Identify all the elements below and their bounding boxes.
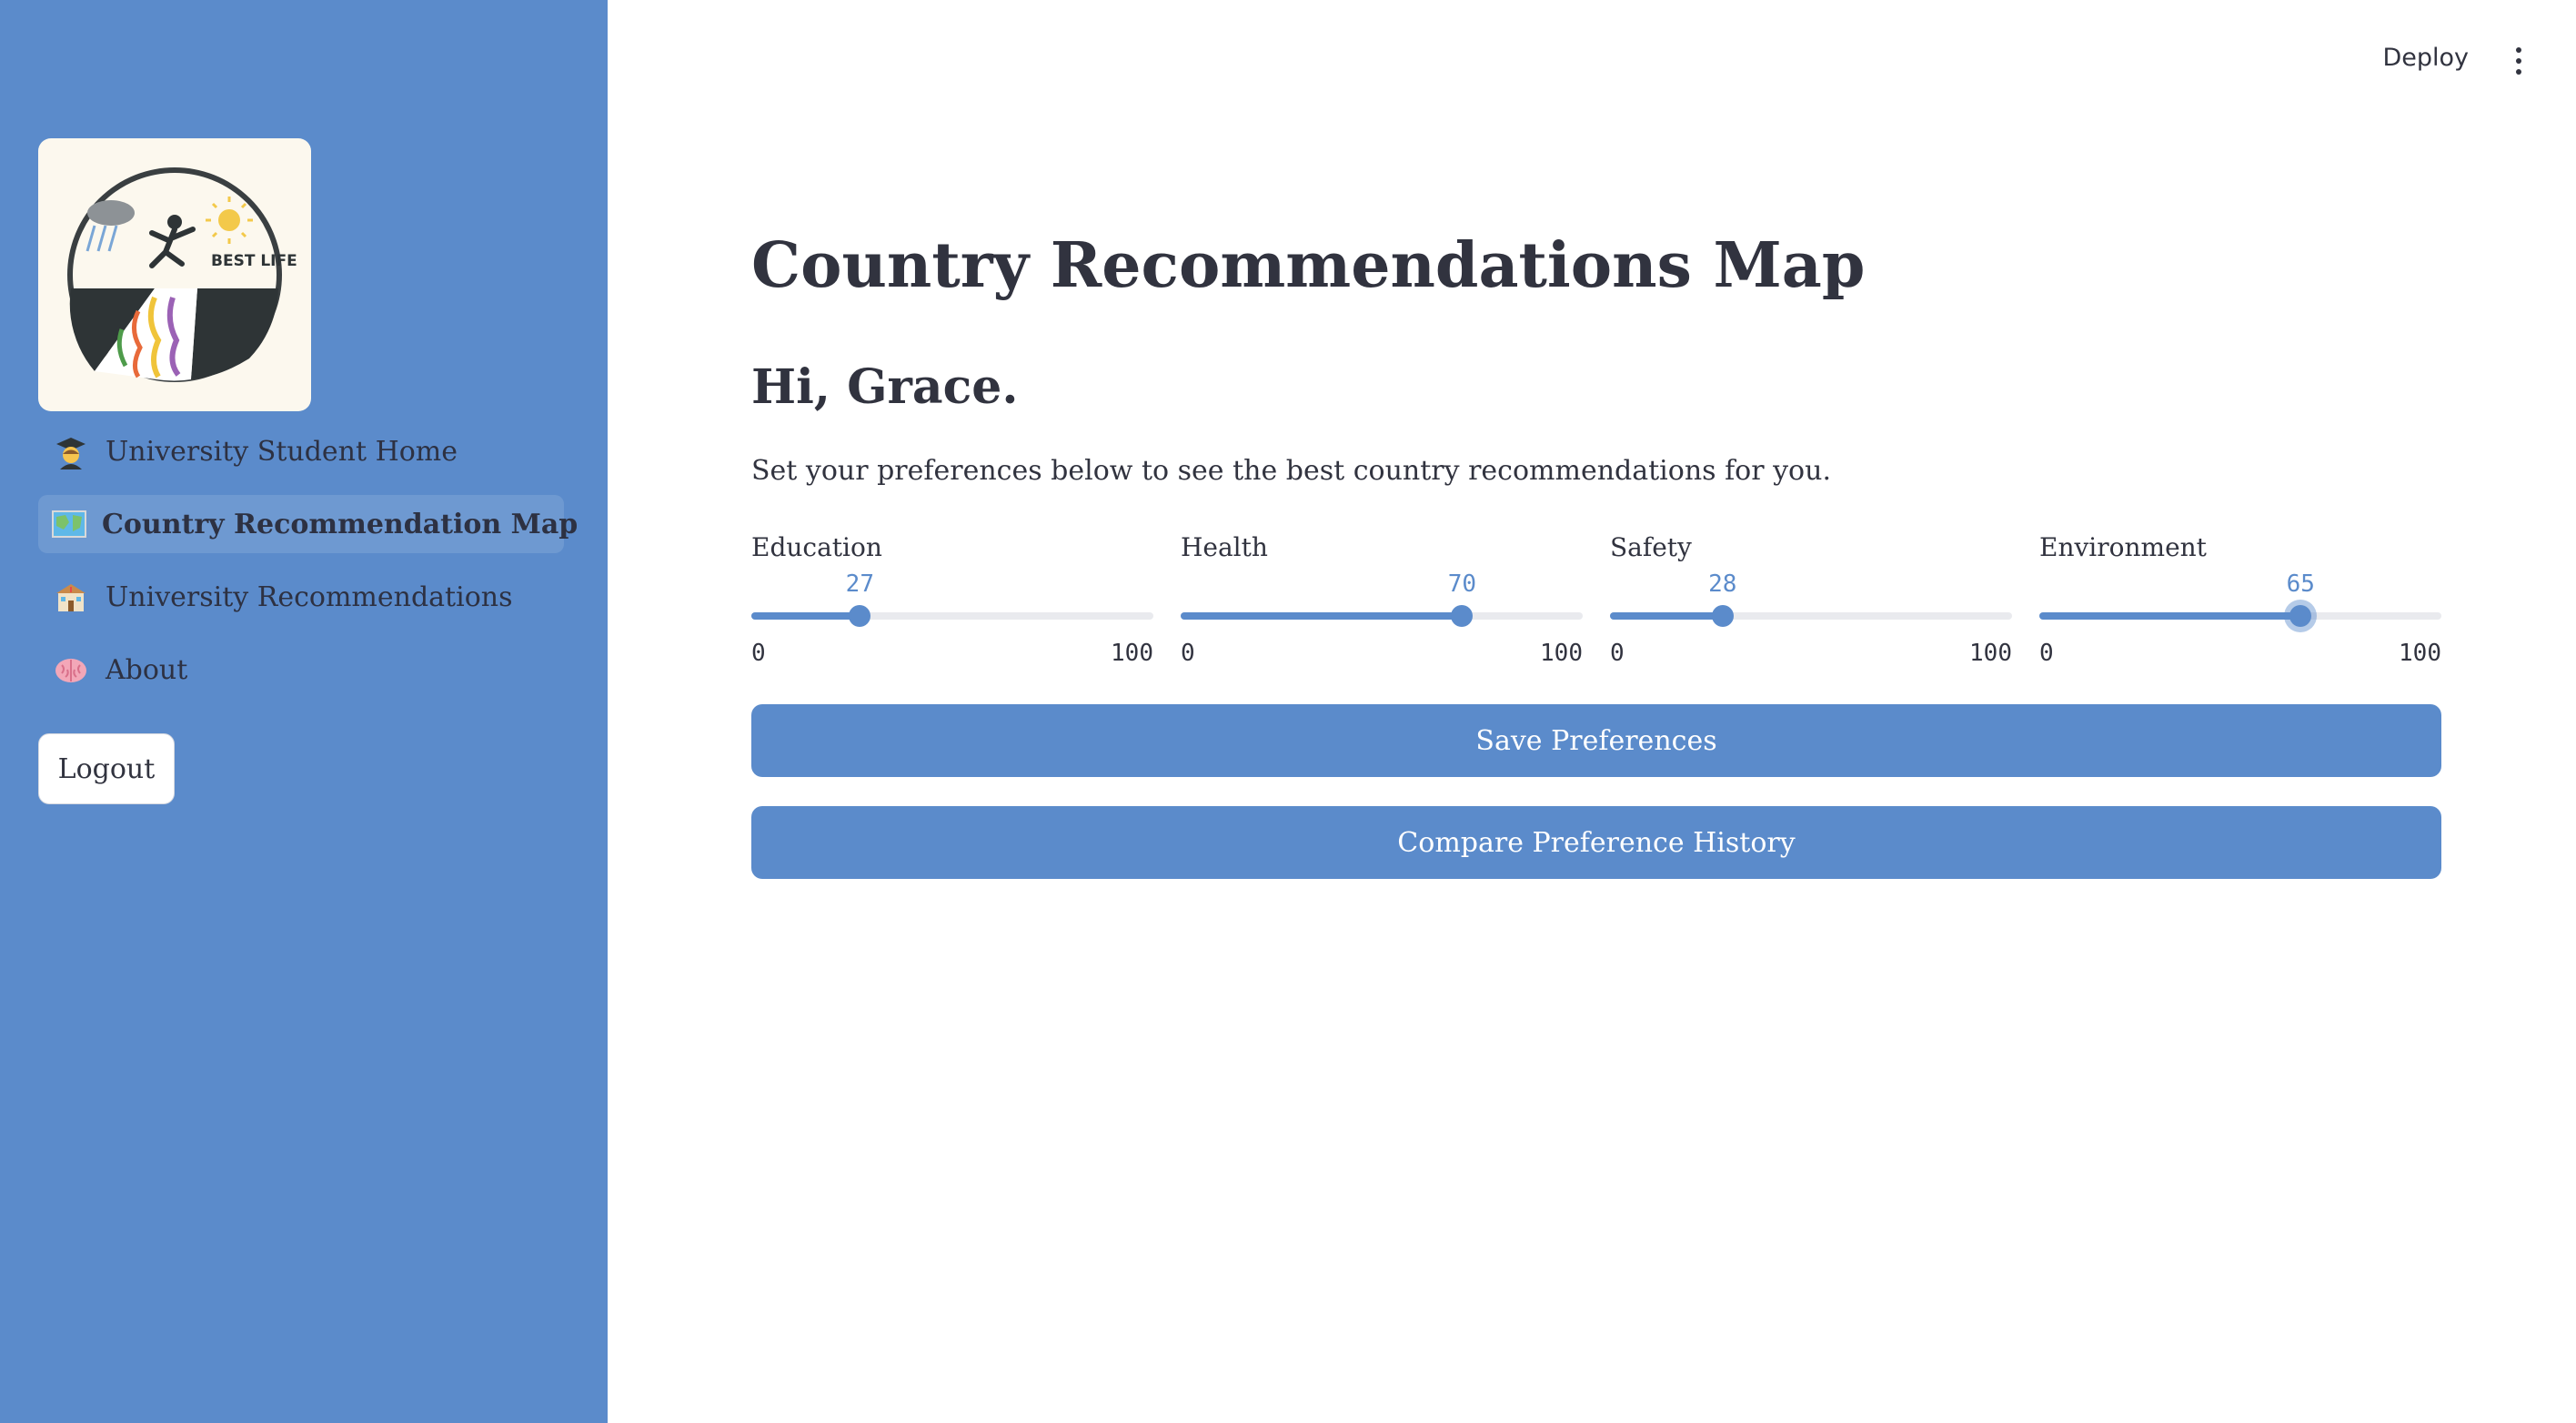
slider-thumb[interactable] xyxy=(1711,605,1734,627)
slider-thumb[interactable] xyxy=(849,605,871,627)
slider-min-label: 0 xyxy=(1610,640,1625,667)
slider-fill xyxy=(1610,612,1723,620)
sidebar-item-label: University Student Home xyxy=(106,435,458,468)
sidebar-item-label: Country Recommendation Map xyxy=(102,508,579,540)
greeting-heading: Hi, Grace. xyxy=(751,359,1019,415)
logout-button[interactable]: Logout xyxy=(38,733,175,804)
sidebar-item-university-recommendations[interactable]: University Recommendations xyxy=(38,568,564,626)
slider-label: Safety xyxy=(1610,532,1692,562)
svg-text:BEST LIFE: BEST LIFE xyxy=(211,252,297,270)
slider-max-label: 100 xyxy=(1540,640,1583,667)
school-emoji-icon xyxy=(51,577,91,617)
save-preferences-button[interactable]: Save Preferences xyxy=(751,704,2441,777)
slider-label: Health xyxy=(1181,532,1268,562)
slider-value: 70 xyxy=(1447,570,1477,598)
environment-slider: Environment 65 0 100 xyxy=(2039,532,2441,678)
slider-track[interactable] xyxy=(1610,612,2012,620)
brain-emoji-icon xyxy=(51,650,91,690)
slider-track[interactable] xyxy=(1181,612,1583,620)
slider-value: 28 xyxy=(1708,570,1737,598)
sidebar-item-label: University Recommendations xyxy=(106,580,513,613)
slider-min-label: 0 xyxy=(2039,640,2054,667)
page-title: Country Recommendations Map xyxy=(751,229,1866,302)
slider-value: 65 xyxy=(2286,570,2315,598)
sidebar-item-country-recommendation-map[interactable]: Country Recommendation Map xyxy=(38,495,578,553)
slider-thumb[interactable] xyxy=(1451,605,1474,627)
slider-label: Education xyxy=(751,532,882,562)
slider-max-label: 100 xyxy=(1969,640,2012,667)
sidebar-nav: University Student Home Country Recommen… xyxy=(38,422,578,713)
sidebar-item-label: About xyxy=(106,653,188,686)
slider-fill xyxy=(1181,612,1463,620)
slider-track[interactable] xyxy=(2039,612,2441,620)
slider-fill xyxy=(2039,612,2301,620)
slider-thumb[interactable] xyxy=(2289,605,2312,627)
slider-value: 27 xyxy=(845,570,874,598)
kebab-menu-icon[interactable] xyxy=(2512,47,2525,76)
slider-track[interactable] xyxy=(751,612,1153,620)
slider-min-label: 0 xyxy=(1181,640,1195,667)
deploy-button[interactable]: Deploy xyxy=(2382,44,2469,72)
slider-fill xyxy=(751,612,860,620)
sidebar: BEST LIFE University Student Home Countr… xyxy=(0,0,608,1423)
health-slider: Health 70 0 100 xyxy=(1181,532,1583,678)
sidebar-item-university-student-home[interactable]: University Student Home xyxy=(38,422,564,480)
slider-max-label: 100 xyxy=(2399,640,2441,667)
safety-slider: Safety 28 0 100 xyxy=(1610,532,2012,678)
slider-min-label: 0 xyxy=(751,640,766,667)
student-emoji-icon xyxy=(51,431,91,471)
best-life-logo-image: BEST LIFE xyxy=(67,167,297,382)
page-description: Set your preferences below to see the be… xyxy=(751,455,1831,487)
slider-max-label: 100 xyxy=(1111,640,1153,667)
education-slider: Education 27 0 100 xyxy=(751,532,1153,678)
app-logo: BEST LIFE xyxy=(38,138,311,411)
sidebar-item-about[interactable]: About xyxy=(38,641,564,699)
compare-preference-history-button[interactable]: Compare Preference History xyxy=(751,806,2441,879)
slider-label: Environment xyxy=(2039,532,2207,562)
map-emoji-icon xyxy=(51,504,87,544)
